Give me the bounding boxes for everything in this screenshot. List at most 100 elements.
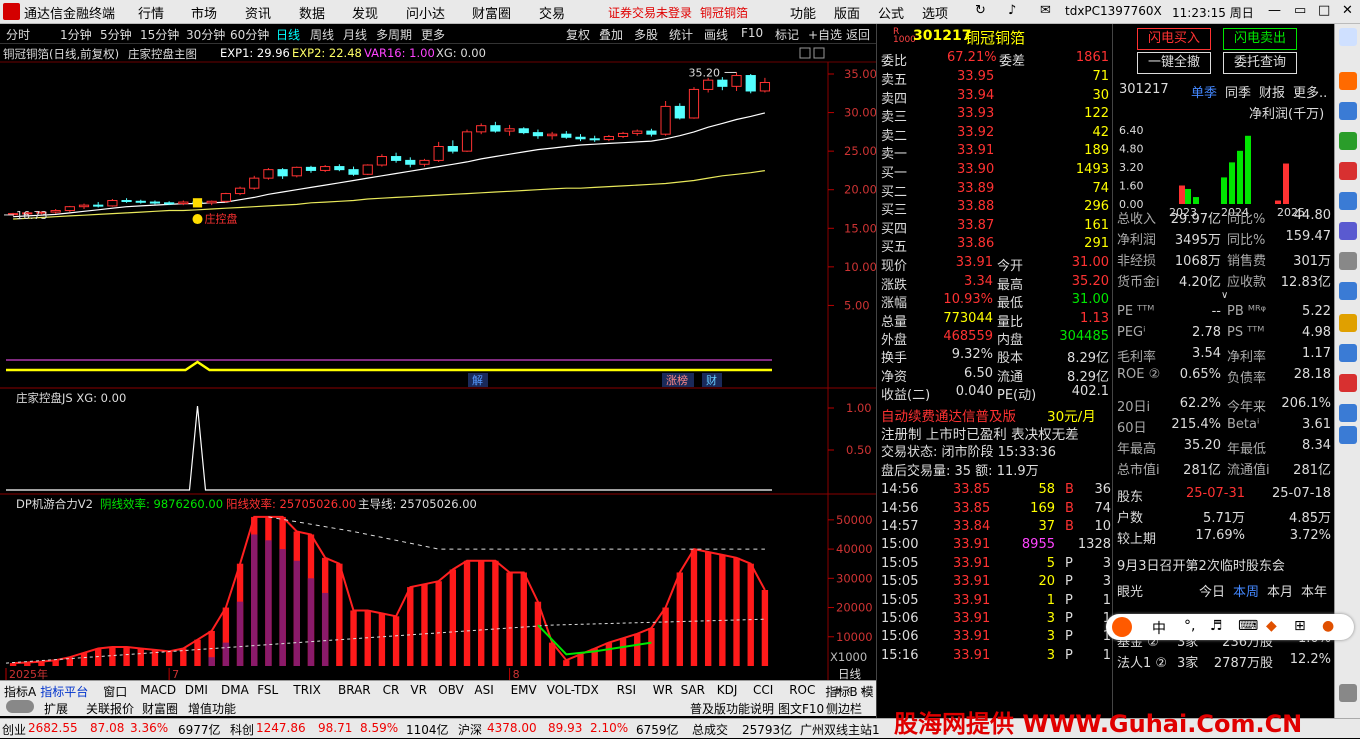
ext-related-quote[interactable]: 关联报价 <box>86 700 134 717</box>
period-tab-1min[interactable]: 1分钟 <box>60 26 92 43</box>
tool-bars-icon[interactable] <box>1339 192 1357 210</box>
chart-area[interactable]: 铜冠铜箔(日线,前复权) 庄家控盘主图 EXP1: 29.96 EXP2: 22… <box>0 44 876 681</box>
ask-row[interactable]: 卖二 33.92 42 <box>877 125 1113 144</box>
stat-row[interactable]: 总量 773044 量比 1.13 <box>877 311 1113 330</box>
menu-formula[interactable]: 公式 <box>878 3 904 22</box>
tick-row[interactable]: 15:00 33.91 8955 1328 <box>877 537 1113 555</box>
menu-layout[interactable]: 版面 <box>834 3 860 22</box>
kline-chart[interactable]: 35.00 30.00 25.00 20.00 15.00 10.00 5.00 庄控盘 35.… <box>0 44 876 680</box>
ext-wealth-circle[interactable]: 财富圈 <box>142 700 178 717</box>
menu-data[interactable]: 数据 <box>299 3 325 22</box>
idx-hs-name[interactable]: 沪深 <box>458 721 482 738</box>
tick-row[interactable]: 15:05 33.91 1 P 1 <box>877 593 1113 611</box>
stat-row[interactable]: 涨跌 3.34 最高 35.20 <box>877 274 1113 293</box>
period-tab-more[interactable]: 更多 <box>421 26 445 43</box>
menu-function[interactable]: 功能 <box>790 3 816 22</box>
toolbar-overlay[interactable]: 叠加 <box>599 26 623 43</box>
tool-square-icon[interactable] <box>1339 162 1357 180</box>
toolbar-restore-rights[interactable]: 复权 <box>566 26 590 43</box>
ext-edition-help[interactable]: 普及版功能说明 <box>690 700 774 717</box>
tool-gear-icon[interactable] <box>1339 404 1357 422</box>
tick-row[interactable]: 15:06 33.91 3 P 1 <box>877 611 1113 629</box>
stat-row[interactable]: 涨幅 10.93% 最低 31.00 <box>877 292 1113 311</box>
trade-state-row[interactable]: 交易状态: 闭市阶段 15:33:36 <box>877 441 1113 460</box>
menu-options[interactable]: 选项 <box>922 3 948 22</box>
tick-row[interactable]: 15:05 33.91 20 P 3 <box>877 574 1113 592</box>
bid-row[interactable]: 买一 33.90 1493 <box>877 162 1113 181</box>
period-tab-weekly[interactable]: 周线 <box>310 26 334 43</box>
tick-row[interactable]: 15:05 33.91 5 P 3 <box>877 556 1113 574</box>
stat-row[interactable]: 净资 6.50 流通 8.29亿 <box>877 366 1113 385</box>
indicator-tab[interactable]: BRAR <box>338 683 371 697</box>
toolbar-multi-stock[interactable]: 多股 <box>634 26 658 43</box>
period-tab-5min[interactable]: 5分钟 <box>100 26 132 43</box>
indicator-tab[interactable]: OBV <box>438 683 464 697</box>
tool-grid-icon[interactable] <box>1339 252 1357 270</box>
idx-kc-name[interactable]: 科创 <box>230 721 254 738</box>
ime-mic-icon[interactable]: ♬ <box>1210 618 1223 634</box>
tool-pin-icon[interactable] <box>1339 344 1357 362</box>
ext-expand[interactable]: 扩展 <box>44 700 68 717</box>
mail-icon[interactable]: ✉ <box>1040 3 1051 18</box>
tool-calendar-icon[interactable] <box>1339 72 1357 90</box>
restore-icon[interactable]: ▭ <box>1294 3 1306 18</box>
tick-row[interactable]: 14:56 33.85 58 B 36 <box>877 482 1113 500</box>
ime-more-icon[interactable]: ● <box>1322 618 1334 634</box>
eye-tab[interactable]: 本月 <box>1267 581 1293 600</box>
cancel-all-button[interactable]: 一键全撤 <box>1137 52 1211 74</box>
bid-row[interactable]: 买二 33.89 74 <box>877 181 1113 200</box>
indicator-tab[interactable]: VOL-TDX <box>547 683 599 697</box>
indicator-tab[interactable]: SAR <box>681 683 705 697</box>
tick-row[interactable]: 15:06 33.91 3 P 1 <box>877 629 1113 647</box>
tick-row[interactable]: 15:16 33.91 3 P 1 <box>877 648 1113 666</box>
ask-row[interactable]: 卖五 33.95 71 <box>877 69 1113 88</box>
tick-row[interactable]: 14:57 33.84 37 B 10 <box>877 519 1113 537</box>
period-tab-multi[interactable]: 多周期 <box>376 26 412 43</box>
after-hours-row[interactable]: 盘后交易量: 35 额: 11.9万 <box>877 460 1113 479</box>
bid-row[interactable]: 买五 33.86 291 <box>877 236 1113 255</box>
tool-line-icon[interactable] <box>1339 222 1357 240</box>
period-tab-30min[interactable]: 30分钟 <box>186 26 225 43</box>
ext-f10-text[interactable]: 图文F10 <box>778 700 824 717</box>
login-notice[interactable]: 证券交易未登录 <box>608 4 692 21</box>
indicator-tab[interactable]: TRIX <box>293 683 320 697</box>
indicator-tab[interactable]: MACD <box>140 683 176 697</box>
toolbar-draw[interactable]: 画线 <box>704 26 728 43</box>
bid-row[interactable]: 买三 33.88 296 <box>877 199 1113 218</box>
stat-row[interactable]: 外盘 468559 内盘 304485 <box>877 329 1113 348</box>
menu-market[interactable]: 市场 <box>191 3 217 22</box>
bell-icon[interactable]: ♪ <box>1008 3 1016 18</box>
tool-chart-icon[interactable] <box>1339 132 1357 150</box>
ime-lang-icon[interactable]: 中 <box>1152 618 1166 638</box>
tool-move-icon[interactable] <box>1339 426 1357 444</box>
indicator-tab[interactable]: KDJ <box>717 683 738 697</box>
bid-row[interactable]: 买四 33.87 161 <box>877 218 1113 237</box>
stat-row[interactable]: 现价 33.91 今开 31.00 <box>877 255 1113 274</box>
indicator-tab[interactable]: FSL <box>257 683 278 697</box>
indicator-tab[interactable]: CR <box>383 683 400 697</box>
ime-skin-icon[interactable]: ◆ <box>1266 618 1277 634</box>
toolbar-stats[interactable]: 统计 <box>669 26 693 43</box>
indicator-tab[interactable]: CCI <box>753 683 773 697</box>
ime-toolbar[interactable]: 中 °, ♬ ⌨ ◆ ⊞ ● <box>1106 614 1354 640</box>
fin-tab-yoy[interactable]: 同季 <box>1225 82 1251 101</box>
stat-row[interactable]: 换手 9.32% 股本 8.29亿 <box>877 347 1113 366</box>
tick-row[interactable]: 14:56 33.85 169 B 74 <box>877 501 1113 519</box>
flash-sell-button[interactable]: 闪电卖出 <box>1223 28 1297 50</box>
fin-tab-quarter[interactable]: 单季 <box>1191 82 1217 101</box>
ask-row[interactable]: 卖一 33.91 189 <box>877 143 1113 162</box>
menu-discover[interactable]: 发现 <box>352 3 378 22</box>
ime-punct-icon[interactable]: °, <box>1184 618 1195 634</box>
ext-value-added[interactable]: 增值功能 <box>188 700 236 717</box>
indicator-tab[interactable]: DMI <box>185 683 208 697</box>
eye-tab[interactable]: 本年 <box>1301 581 1327 600</box>
indicator-tab[interactable]: WR <box>653 683 673 697</box>
tool-list-icon[interactable] <box>1339 102 1357 120</box>
ime-keyboard-icon[interactable]: ⌨ <box>1238 618 1258 634</box>
indicator-tab[interactable]: EMV <box>511 683 537 697</box>
toolbar-back[interactable]: 返回 <box>846 26 870 43</box>
order-query-button[interactable]: 委托查询 <box>1223 52 1297 74</box>
tool-rsi-icon[interactable] <box>1339 374 1357 392</box>
eye-tab[interactable]: 本周 <box>1233 581 1259 600</box>
toolbar-mark[interactable]: 标记 <box>775 26 799 43</box>
